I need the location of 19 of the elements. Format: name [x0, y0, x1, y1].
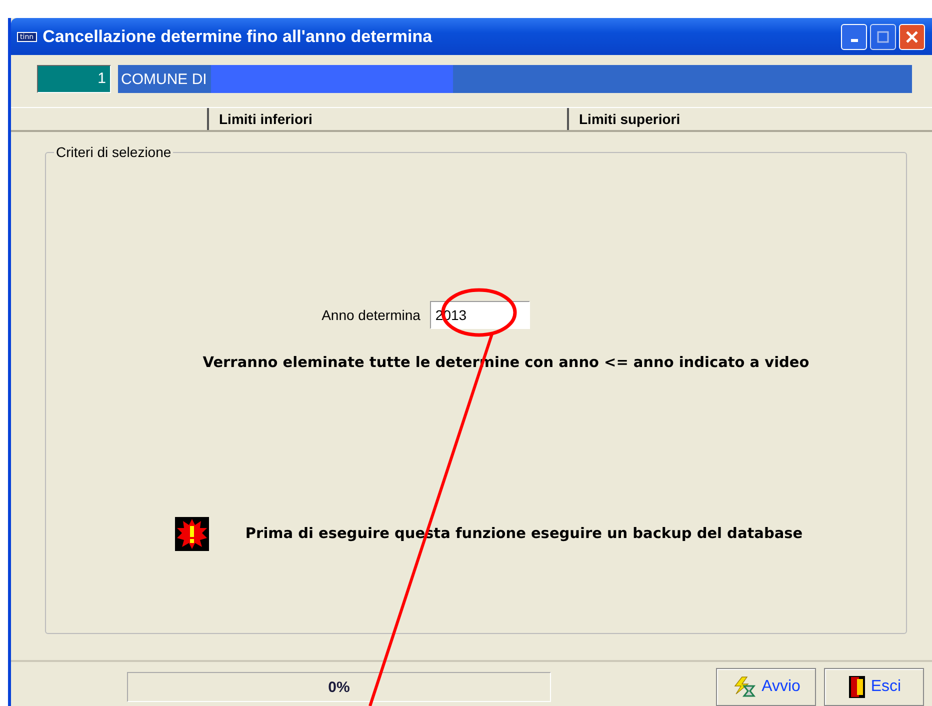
group-title: Criteri di selezione — [54, 144, 174, 160]
exit-button[interactable]: Esci — [824, 668, 924, 706]
door-icon — [846, 675, 867, 699]
close-button[interactable] — [899, 24, 925, 50]
column-header: Limiti inferiori — [207, 108, 567, 130]
maximize-icon — [877, 30, 889, 42]
maximize-button[interactable] — [870, 24, 896, 50]
window-title: Cancellazione determine fino all'anno determina — [42, 26, 434, 46]
entity-code-field: 1 — [37, 65, 111, 93]
minimize-icon — [850, 39, 858, 42]
start-button[interactable]: Avvio — [716, 668, 816, 706]
close-icon — [906, 30, 918, 42]
year-label: Anno determina — [322, 307, 420, 323]
entity-name-field: COMUNE DI — [118, 65, 912, 93]
warning-icon — [175, 517, 210, 551]
lightning-hourglass-icon — [732, 676, 758, 698]
progress-text: 0% — [328, 678, 350, 696]
column-header: Limiti superiori — [567, 108, 932, 130]
minimize-button[interactable] — [841, 24, 867, 50]
